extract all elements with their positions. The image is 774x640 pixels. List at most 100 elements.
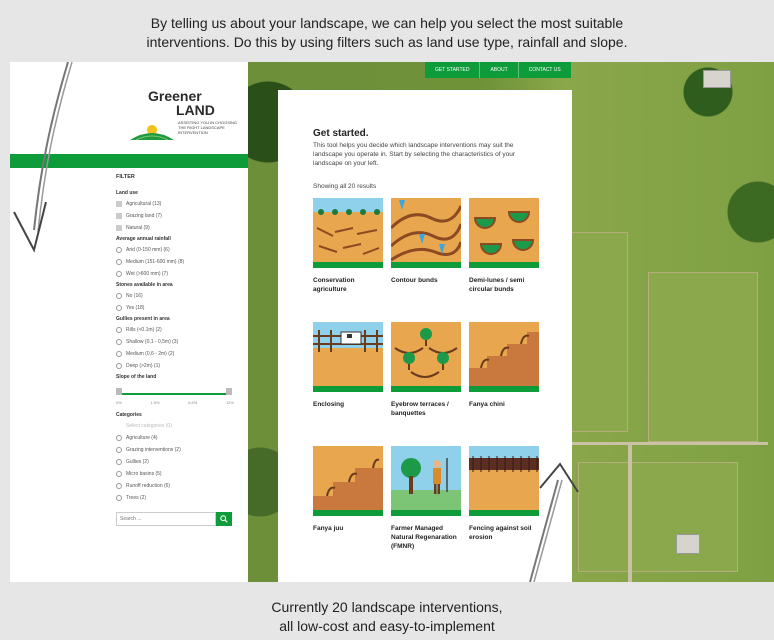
filter-option-deep[interactable]: Deep (>2m) (1) xyxy=(116,362,244,370)
filter-option-stones-no[interactable]: No (16) xyxy=(116,292,244,300)
contour-bunds-icon xyxy=(391,198,461,268)
half-moon-icon xyxy=(469,198,539,268)
slope-slider[interactable]: 0% 1.5% 6.5% 12% xyxy=(116,384,244,406)
fanya-chini-illustration xyxy=(469,322,539,392)
categories-select[interactable]: Select categories (0) xyxy=(116,422,244,430)
checkbox[interactable] xyxy=(116,225,122,231)
card-demi-lunes[interactable]: Demi-lunes / semi circular bunds xyxy=(469,198,539,294)
radio[interactable] xyxy=(116,459,122,465)
slope-slider-ticks: 0% 1.5% 6.5% 12% xyxy=(116,400,234,405)
filter-option-rills[interactable]: Rills (<0.1m) (2) xyxy=(116,326,244,334)
filter-stones-title: Stones available in area xyxy=(116,282,173,288)
demi-lunes-illustration xyxy=(469,198,539,268)
category-option-micro-basins[interactable]: Micro basins (5) xyxy=(116,470,244,478)
card-label: Demi-lunes / semi circular bunds xyxy=(469,277,525,293)
card-contour-bunds[interactable]: Contour bunds xyxy=(391,198,461,285)
terrace-steps-icon xyxy=(469,322,539,392)
radio[interactable] xyxy=(116,271,122,277)
top-caption: By telling us about your landscape, we c… xyxy=(0,0,774,62)
card-label: Fanya chini xyxy=(469,401,505,408)
radio[interactable] xyxy=(116,327,122,333)
bottom-caption-line-1: Currently 20 landscape interventions, xyxy=(271,599,503,615)
radio[interactable] xyxy=(116,351,122,357)
category-option-trees[interactable]: Trees (2) xyxy=(116,494,244,502)
category-option-grazing[interactable]: Grazing interventions (2) xyxy=(116,446,244,454)
results-count: Showing all 20 results xyxy=(313,183,377,190)
bottom-caption: Currently 20 landscape interventions, al… xyxy=(0,582,774,640)
logo[interactable]: Greener LAND ASSISTING YOU IN CHOOSING T… xyxy=(122,84,237,154)
nav-get-started[interactable]: GET STARTED xyxy=(425,62,481,78)
hill-logo-icon xyxy=(130,125,174,140)
radio[interactable] xyxy=(116,247,122,253)
card-fmnr[interactable]: Farmer Managed Natural Regenaration (FMN… xyxy=(391,446,461,551)
search-icon xyxy=(220,515,228,523)
rice-field xyxy=(578,462,738,572)
filter-option-arid[interactable]: Arid (0-150 mm) (6) xyxy=(116,246,244,254)
radio[interactable] xyxy=(116,305,122,311)
filter-rainfall-title: Average annual rainfall xyxy=(116,236,171,242)
search-input[interactable] xyxy=(116,512,216,526)
fmnr-illustration xyxy=(391,446,461,516)
slope-slider-min-handle[interactable] xyxy=(116,388,122,395)
card-fanya-chini[interactable]: Fanya chini xyxy=(469,322,539,409)
category-option-runoff[interactable]: Runoff reduction (6) xyxy=(116,482,244,490)
checkbox[interactable] xyxy=(116,213,122,219)
radio[interactable] xyxy=(116,435,122,441)
filter-option-medium-rain[interactable]: Medium (151-600 mm) (8) xyxy=(116,258,244,266)
top-caption-line-1: By telling us about your landscape, we c… xyxy=(150,15,624,31)
hut xyxy=(676,534,700,554)
radio[interactable] xyxy=(116,339,122,345)
card-eyebrow-terraces[interactable]: Eyebrow terraces / banquettes xyxy=(391,322,461,418)
filter-title: FILTER xyxy=(116,174,135,180)
card-label: Enclosing xyxy=(313,401,345,408)
terrace-steps-icon xyxy=(313,446,383,516)
rice-field xyxy=(648,272,758,442)
radio[interactable] xyxy=(116,259,122,265)
search-row xyxy=(116,512,244,526)
category-option-gullies[interactable]: Gullies (2) xyxy=(116,458,244,466)
page-title: Get started. xyxy=(313,128,369,139)
rice-field xyxy=(568,232,628,432)
radio[interactable] xyxy=(116,293,122,299)
nav-about[interactable]: ABOUT xyxy=(480,62,519,78)
radio[interactable] xyxy=(116,471,122,477)
contour-bunds-illustration xyxy=(391,198,461,268)
slope-slider-max-handle[interactable] xyxy=(226,388,232,395)
dirt-path xyxy=(548,442,768,445)
filter-panel: FILTER Land use Agricultural (13) Grazin… xyxy=(116,174,244,526)
radio[interactable] xyxy=(116,363,122,369)
search-button[interactable] xyxy=(216,512,232,526)
card-enclosing[interactable]: Enclosing xyxy=(313,322,383,409)
nav-contact-us[interactable]: CONTACT US xyxy=(519,62,571,78)
crops-icon xyxy=(313,198,383,268)
eyebrow-terrace-icon xyxy=(391,322,461,392)
filter-option-agricultural[interactable]: Agricultural (13) xyxy=(116,200,244,208)
radio[interactable] xyxy=(116,483,122,489)
card-conservation-agriculture[interactable]: Conservation agriculture xyxy=(313,198,383,294)
radio[interactable] xyxy=(116,495,122,501)
filter-option-medium-gully[interactable]: Medium (0,6 - 2m) (2) xyxy=(116,350,244,358)
radio[interactable] xyxy=(116,447,122,453)
card-label: Conservation agriculture xyxy=(313,277,355,293)
arrow-to-filters-icon xyxy=(13,62,73,253)
top-caption-line-2: interventions. Do this by using filters … xyxy=(146,34,628,50)
category-option-agriculture[interactable]: Agriculture (4) xyxy=(116,434,244,442)
logo-tagline: ASSISTING YOU IN CHOOSING THE RIGHT LAND… xyxy=(178,120,238,135)
page-intro: This tool helps you decide which landsca… xyxy=(313,142,515,167)
enclosing-illustration xyxy=(313,322,383,392)
card-fanya-juu[interactable]: Fanya juu xyxy=(313,446,383,533)
slope-slider-track[interactable] xyxy=(118,393,230,395)
filter-option-stones-yes[interactable]: Yes (18) xyxy=(116,304,244,312)
filter-option-grazing-land[interactable]: Grazing land (7) xyxy=(116,212,244,220)
filter-option-wet[interactable]: Wet (>600 mm) (7) xyxy=(116,270,244,278)
checkbox[interactable] xyxy=(116,201,122,207)
top-nav: GET STARTED ABOUT CONTACT US xyxy=(425,62,571,78)
filter-option-natural[interactable]: Natural (9) xyxy=(116,224,244,232)
filter-gullies-title: Gullies present in area xyxy=(116,316,170,322)
card-label: Farmer Managed Natural Regenaration (FMN… xyxy=(391,525,457,550)
filter-land-use-title: Land use xyxy=(116,190,138,196)
filter-option-shallow[interactable]: Shallow (0,1 - 0,5m) (3) xyxy=(116,338,244,346)
eyebrow-terraces-illustration xyxy=(391,322,461,392)
hut xyxy=(703,70,731,88)
fence-cow-icon xyxy=(313,322,383,392)
